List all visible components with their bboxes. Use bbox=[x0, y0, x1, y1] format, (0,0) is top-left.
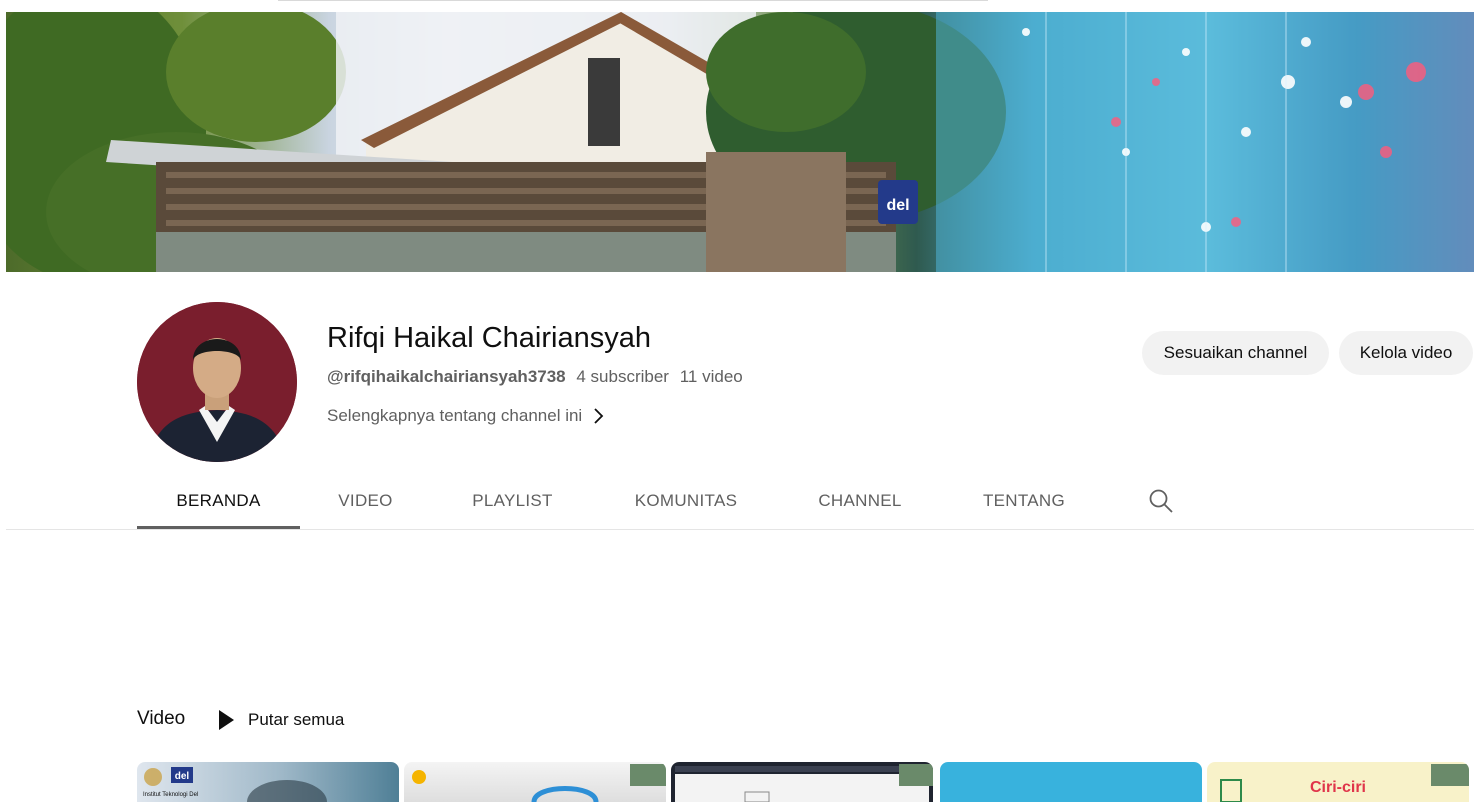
tab-tentang[interactable]: TENTANG bbox=[942, 476, 1106, 526]
channel-tabs: BERANDA VIDEO PLAYLIST KOMUNITAS CHANNEL… bbox=[137, 476, 1106, 529]
video-thumbnail[interactable]: Ciri-ciri bbox=[1207, 762, 1469, 802]
avatar-photo bbox=[137, 302, 297, 462]
subscriber-count: 4 subscriber bbox=[576, 367, 669, 386]
section-title: Video bbox=[137, 708, 186, 729]
tab-video[interactable]: VIDEO bbox=[300, 476, 431, 526]
chevron-right-icon bbox=[594, 408, 604, 424]
play-all-button[interactable]: Putar semua bbox=[216, 707, 344, 733]
more-about-channel-link[interactable]: Selengkapnya tentang channel ini bbox=[327, 406, 606, 426]
top-divider bbox=[278, 0, 988, 1]
thumbnail-logo: del bbox=[175, 771, 190, 782]
tab-komunitas[interactable]: KOMUNITAS bbox=[594, 476, 778, 526]
thumbnail-image: Ciri-ciri bbox=[1220, 764, 1469, 802]
manage-videos-button[interactable]: Kelola video bbox=[1339, 331, 1473, 375]
video-thumbnail[interactable] bbox=[404, 762, 666, 802]
customize-channel-button[interactable]: Sesuaikan channel bbox=[1142, 331, 1329, 375]
channel-avatar[interactable] bbox=[137, 302, 297, 462]
tab-beranda[interactable]: BERANDA bbox=[137, 476, 300, 529]
video-thumbnail[interactable] bbox=[940, 762, 1202, 802]
svg-text:del: del bbox=[886, 197, 909, 214]
thumbnail-caption: Ciri-ciri bbox=[1310, 779, 1366, 796]
channel-handle: @rifqihaikalchairiansyah3738 bbox=[327, 367, 566, 386]
thumbnail-image: del Institut Teknologi Del bbox=[143, 767, 327, 802]
video-count: 11 video bbox=[679, 367, 743, 386]
thumbnail-image bbox=[675, 764, 933, 802]
more-about-label: Selengkapnya tentang channel ini bbox=[327, 406, 583, 425]
video-thumbnail[interactable] bbox=[671, 762, 933, 802]
channel-name: Rifqi Haikal Chairiansyah bbox=[327, 322, 651, 354]
video-thumbnail[interactable]: del Institut Teknologi Del bbox=[137, 762, 399, 802]
channel-banner: del bbox=[6, 12, 1474, 272]
tabs-divider bbox=[6, 529, 1474, 530]
search-icon bbox=[1149, 489, 1173, 513]
channel-meta: @rifqihaikalchairiansyah3738 4 subscribe… bbox=[327, 367, 743, 387]
thumbnail-image bbox=[412, 764, 666, 802]
tab-playlist[interactable]: PLAYLIST bbox=[431, 476, 594, 526]
tab-channel[interactable]: CHANNEL bbox=[778, 476, 942, 526]
thumbnail-caption: Institut Teknologi Del bbox=[143, 792, 198, 798]
play-all-label: Putar semua bbox=[248, 710, 345, 729]
banner-image: del bbox=[6, 12, 1474, 272]
channel-search-button[interactable] bbox=[1148, 488, 1174, 514]
play-icon bbox=[219, 710, 234, 730]
